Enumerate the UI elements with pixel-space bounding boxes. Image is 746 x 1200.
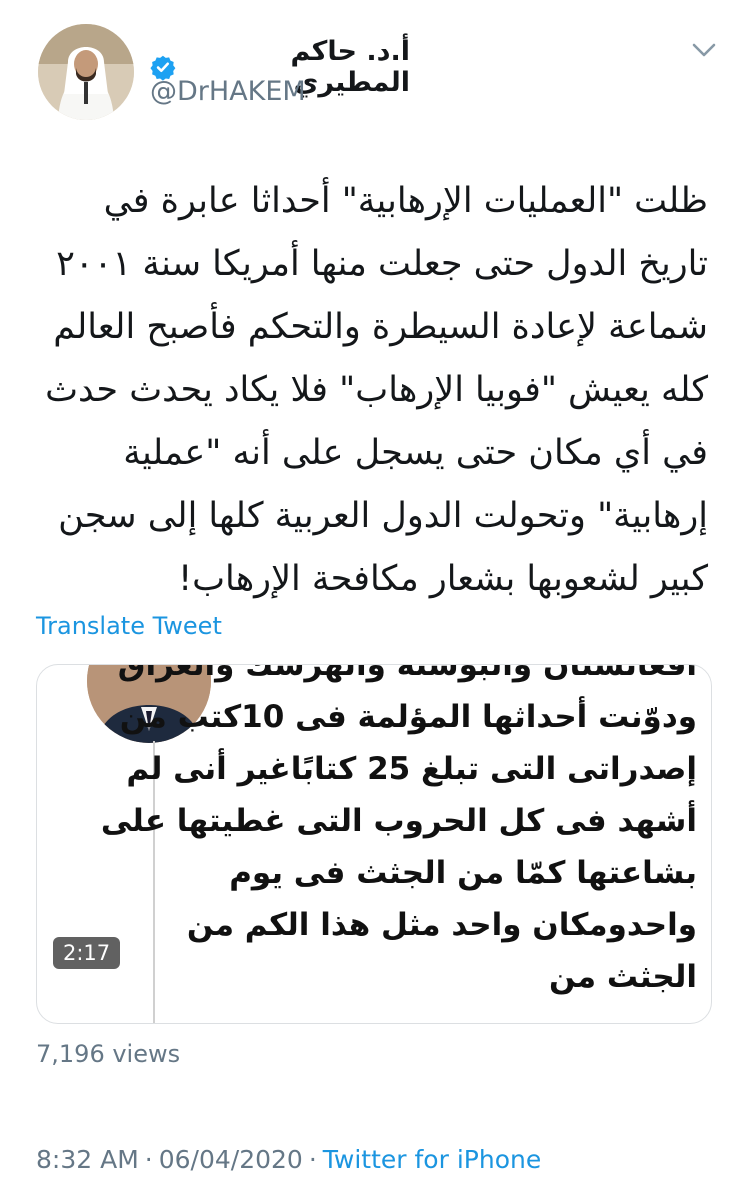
view-count: 7,196 views [36,1040,181,1068]
tweet-text: ظلت "العمليات الإرهابية" أحداثا عابرة في… [45,181,708,599]
chevron-down-icon[interactable] [692,42,716,58]
author-avatar[interactable] [38,24,134,120]
tweet-time[interactable]: 8:32 AM [36,1145,139,1174]
video-caption-text: أفغانستان والبوسنة والهرسك والعراق ودوّن… [100,664,697,995]
video-duration-badge: 2:17 [53,937,121,969]
author-handle[interactable]: @DrHAKEM [150,76,306,107]
avatar-image [38,24,134,120]
tweet-source-link[interactable]: Twitter for iPhone [323,1145,541,1174]
video-card[interactable]: أفغانستان والبوسنة والهرسك والعراق ودوّن… [36,664,712,1024]
meta-separator-2: · [308,1145,317,1174]
tweet-date[interactable]: 06/04/2020 [159,1145,303,1174]
meta-separator: · [144,1145,153,1174]
tweet-meta: 8:32 AM · 06/04/2020 · Twitter for iPhone [36,1145,541,1174]
translate-tweet-link[interactable]: Translate Tweet [36,612,222,640]
